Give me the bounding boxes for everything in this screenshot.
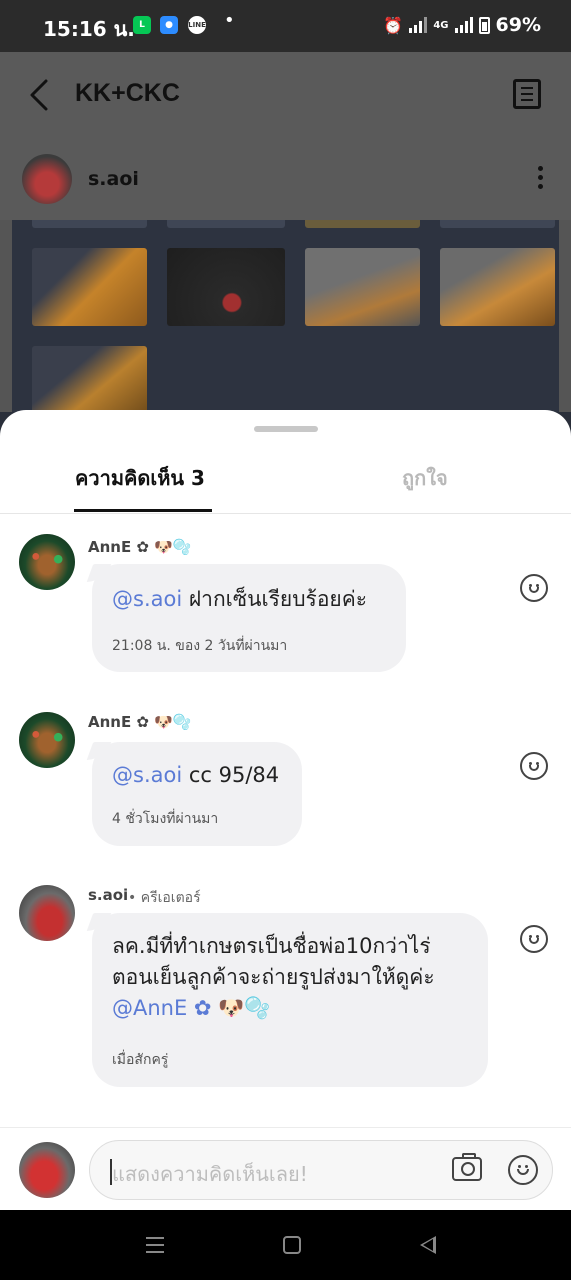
- back-arrow-icon[interactable]: [26, 77, 56, 113]
- photo-thumbnail[interactable]: [440, 220, 555, 228]
- signal-2-icon: [454, 17, 473, 33]
- commenter-avatar[interactable]: [19, 712, 75, 768]
- my-avatar: [19, 1142, 75, 1198]
- status-right: ⏰ 4G 69%: [383, 14, 541, 36]
- smiley-react-icon[interactable]: [520, 574, 548, 602]
- comment-text: @s.aoi ฝากเซ็นเรียบร้อยค่ะ: [112, 584, 367, 615]
- tab-comments[interactable]: ความคิดเห็น 3: [75, 462, 205, 494]
- more-options-icon[interactable]: [538, 166, 543, 193]
- photo-thumbnail[interactable]: [32, 220, 147, 228]
- comment-time: 21:08 น. ของ 2 วันที่ผ่านมา: [112, 638, 288, 654]
- comment-text: ลค.มีที่ทำเกษตรเป็นชื่อพ่อ10กว่าไร่ ตอนเ…: [112, 931, 482, 1024]
- post-author-name[interactable]: s.aoi: [88, 168, 139, 190]
- line-chat-icon: LINE: [188, 16, 206, 34]
- smiley-react-icon[interactable]: [520, 925, 548, 953]
- emoji-icon[interactable]: [508, 1155, 538, 1185]
- commenter-avatar[interactable]: [19, 885, 75, 941]
- comments-sheet: ความคิดเห็น 3 ถูกใจ AnnE ✿ 🐶🫧 @s.aoi ฝาก…: [0, 410, 571, 1210]
- network-type: 4G: [433, 19, 449, 31]
- photo-thumbnail[interactable]: [32, 346, 147, 412]
- post-author-avatar[interactable]: [22, 154, 72, 204]
- photo-thumbnail[interactable]: [440, 248, 555, 326]
- document-icon[interactable]: [513, 79, 541, 109]
- status-time: 15:16 น.: [43, 17, 135, 41]
- comment-bubble[interactable]: @s.aoi cc 95/84 4 ชั่วโมงที่ผ่านมา: [92, 742, 302, 846]
- camera-icon[interactable]: [452, 1153, 482, 1181]
- comment-line: ลค.มีที่ทำเกษตรเป็นชื่อพ่อ10กว่าไร่: [112, 934, 431, 958]
- comment-input[interactable]: แสดงความคิดเห็นเลย!: [89, 1140, 553, 1200]
- comment-line: @AnnE ✿ 🐶🫧: [112, 993, 482, 1024]
- photo-thumbnail[interactable]: [305, 248, 420, 326]
- sheet-drag-handle[interactable]: [254, 426, 318, 432]
- blue-app-icon: ●: [160, 16, 178, 34]
- commenter-name[interactable]: AnnE ✿ 🐶🫧: [88, 538, 192, 556]
- active-tab-indicator: [74, 509, 212, 512]
- creator-badge: • ครีเอเตอร์: [128, 890, 201, 906]
- photo-thumbnail[interactable]: [167, 248, 285, 326]
- battery-icon: [478, 16, 490, 34]
- comment-text: @s.aoi cc 95/84: [112, 760, 279, 791]
- back-icon[interactable]: [420, 1236, 436, 1254]
- comment-emoji: 🐶🫧: [211, 996, 271, 1020]
- comment-placeholder: แสดงความคิดเห็นเลย!: [112, 1162, 308, 1186]
- line-app-icon: L: [133, 16, 151, 34]
- mention-link[interactable]: @s.aoi: [112, 587, 182, 611]
- tab-divider: [0, 513, 571, 514]
- notification-dot-icon: •: [224, 10, 235, 31]
- photo-thumbnail[interactable]: [305, 220, 420, 228]
- mention-link[interactable]: @AnnE ✿: [112, 996, 212, 1020]
- page-title: KK+CKC: [75, 79, 180, 107]
- status-bar: 15:16 น. L ● LINE • ⏰ 4G 69%: [0, 0, 571, 52]
- photo-grid: [12, 220, 559, 412]
- commenter-name[interactable]: AnnE ✿ 🐶🫧: [88, 713, 192, 731]
- background-page: KK+CKC s.aoi: [0, 52, 571, 412]
- home-icon[interactable]: [283, 1236, 301, 1254]
- comment-line: ตอนเย็นลูกค้าจะถ่ายรูปส่งมาให้ดูค่ะ: [112, 965, 435, 989]
- commenter-avatar[interactable]: [19, 534, 75, 590]
- recent-apps-icon[interactable]: [146, 1237, 164, 1258]
- signal-icon: [409, 17, 428, 33]
- alarm-icon: ⏰: [383, 15, 404, 35]
- commenter-name[interactable]: s.aoi: [88, 886, 128, 904]
- smiley-react-icon[interactable]: [520, 752, 548, 780]
- comment-body: ฝากเซ็นเรียบร้อยค่ะ: [182, 587, 368, 611]
- comment-body: cc 95/84: [182, 763, 280, 787]
- comment-time: 4 ชั่วโมงที่ผ่านมา: [112, 811, 219, 827]
- tab-likes[interactable]: ถูกใจ: [402, 462, 448, 494]
- photo-thumbnail[interactable]: [167, 220, 285, 228]
- battery-level: 69%: [495, 14, 541, 36]
- photo-thumbnail[interactable]: [32, 248, 147, 326]
- comment-bubble[interactable]: @s.aoi ฝากเซ็นเรียบร้อยค่ะ 21:08 น. ของ …: [92, 564, 406, 672]
- system-nav-bar: [0, 1210, 571, 1280]
- comment-composer: แสดงความคิดเห็นเลย!: [0, 1127, 571, 1210]
- mention-link[interactable]: @s.aoi: [112, 763, 182, 787]
- page-header: KK+CKC s.aoi: [0, 52, 571, 220]
- comment-bubble[interactable]: ลค.มีที่ทำเกษตรเป็นชื่อพ่อ10กว่าไร่ ตอนเ…: [92, 913, 488, 1087]
- comment-time: เมื่อสักครู่: [112, 1052, 169, 1068]
